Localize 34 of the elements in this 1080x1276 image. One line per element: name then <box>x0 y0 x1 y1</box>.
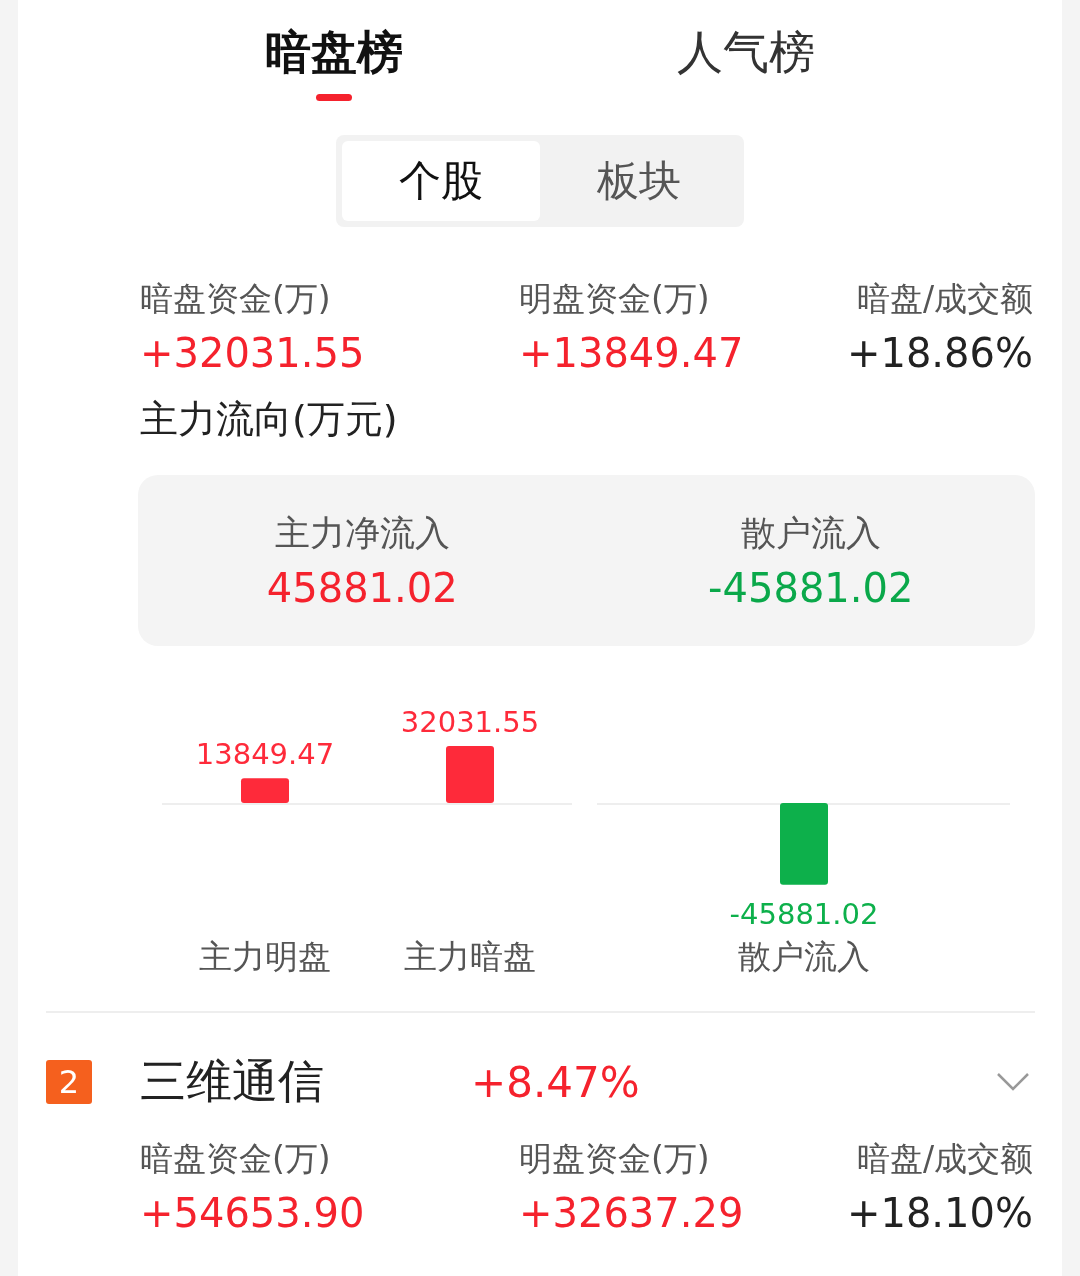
rank-badge: 2 <box>46 1060 92 1104</box>
category-label: 主力明盘 <box>199 937 331 976</box>
stat-value: +18.86% <box>846 330 1033 376</box>
stat-label: 明盘资金(万) <box>519 278 711 320</box>
bar <box>446 746 494 803</box>
stat-value: +54653.90 <box>140 1190 366 1236</box>
bar-value-label: 32031.55 <box>400 705 540 739</box>
stock-name: 三维通信 <box>140 1053 325 1110</box>
category-label: 主力暗盘 <box>404 937 536 976</box>
stat-value: +32031.55 <box>140 330 366 376</box>
flow-value: -45881.02 <box>708 565 914 611</box>
stat-label: 暗盘资金(万) <box>140 1138 332 1180</box>
segment-tab[interactable]: 个股 <box>342 141 540 221</box>
chevron-icon[interactable] <box>996 1072 1030 1092</box>
stat-value: +13849.47 <box>519 330 745 376</box>
flow-label: 主力净流入 <box>274 512 450 555</box>
bar-value-label: 13849.47 <box>195 737 335 772</box>
tab-indicator <box>316 94 352 101</box>
flow-value: 45881.02 <box>266 565 458 611</box>
bar-value-label: -45881.02 <box>729 896 879 931</box>
stat-label: 暗盘/成交额 <box>855 278 1033 320</box>
stat-value: +32637.29 <box>519 1190 745 1236</box>
stat-label: 暗盘资金(万) <box>140 278 332 320</box>
tab[interactable]: 暗盘榜 <box>265 22 403 102</box>
price-change: +8.47% <box>471 1057 640 1107</box>
stat-value: +18.10% <box>846 1190 1033 1236</box>
stat-label: 明盘资金(万) <box>519 1138 711 1180</box>
category-label: 散户流入 <box>738 937 870 976</box>
segment-tab[interactable]: 板块 <box>540 141 738 221</box>
bar <box>241 778 289 803</box>
stat-label: 暗盘/成交额 <box>855 1138 1033 1180</box>
section-title: 主力流向(万元) <box>140 396 399 443</box>
flow-label: 散户流入 <box>740 512 881 555</box>
tab[interactable]: 人气榜 <box>677 22 815 102</box>
